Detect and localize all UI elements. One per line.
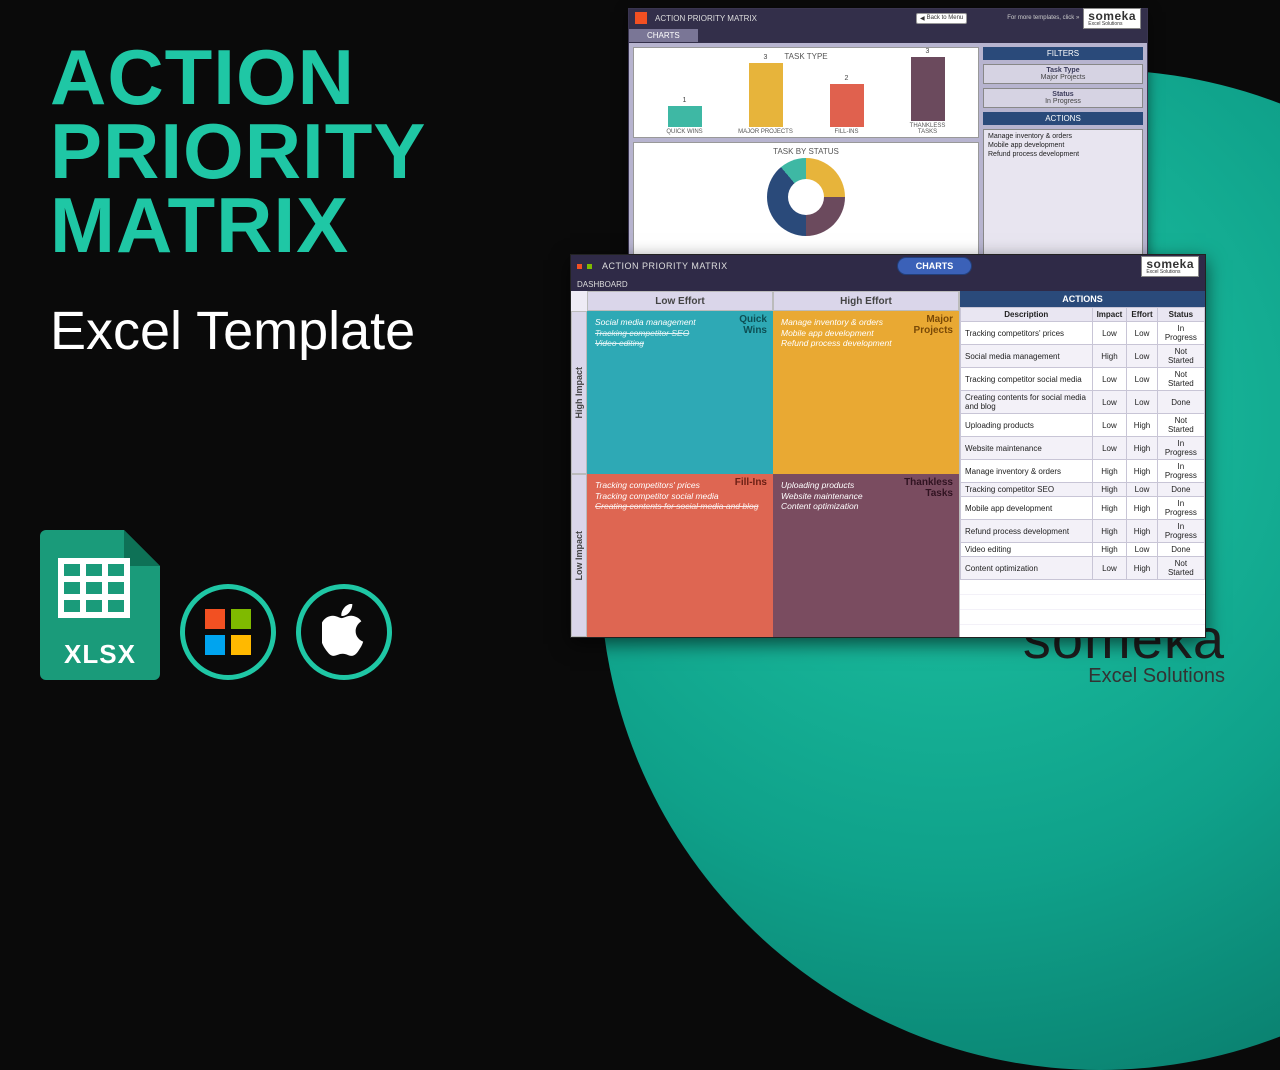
status-filter[interactable]: Status In Progress [983,88,1143,108]
table-row[interactable]: Social media managementHighLowNot Starte… [961,345,1205,368]
priority-matrix: Low Effort High Effort High Impact Low I… [571,291,959,637]
quadrant-label: MajorProjects [914,315,953,336]
task-by-status-panel: TASK BY STATUS [633,142,979,263]
screenshot-charts-view: ACTION PRIORITY MATRIX ◀ Back to Menu Fo… [628,8,1148,268]
table-row[interactable]: Website maintenanceLowHighIn Progress [961,437,1205,460]
table-header: Effort [1127,308,1157,322]
charts-window-title: ACTION PRIORITY MATRIX [655,14,757,23]
subheadline: Excel Template [50,300,415,362]
matrix-task: Refund process development [781,338,951,349]
headline-line1: ACTION [50,40,426,114]
windows-compat-icon [180,584,276,680]
quadrant-fill-ins: Fill-Ins Tracking competitors' pricesTra… [587,474,773,637]
col-header-high-effort: High Effort [773,291,959,311]
table-row[interactable]: Refund process developmentHighHighIn Pro… [961,520,1205,543]
table-row[interactable]: Tracking competitor SEOHighLowDone [961,483,1205,497]
task-type-filter[interactable]: Task Type Major Projects [983,64,1143,84]
matrix-task: Creating contents for social media and b… [595,501,765,512]
table-header: Description [961,308,1093,322]
action-item: Refund process development [988,150,1138,159]
action-item: Mobile app development [988,141,1138,150]
back-to-menu-button[interactable]: ◀ Back to Menu [916,13,967,24]
quadrant-thankless-tasks: ThanklessTasks Uploading productsWebsite… [773,474,959,637]
table-row[interactable]: Content optimizationLowHighNot Started [961,557,1205,580]
quadrant-label: Fill-Ins [735,478,767,489]
donut-chart [767,158,845,236]
table-row[interactable]: Video editingHighLowDone [961,543,1205,557]
action-item: Manage inventory & orders [988,132,1138,141]
headline-line2: PRIORITY [50,114,426,188]
quadrant-quick-wins: QuickWins Social media managementTrackin… [587,311,773,474]
task-type-chart-panel: TASK TYPE 1QUICK WINS3MAJOR PROJECTS2FIL… [633,47,979,138]
someka-logo-dash: somekaExcel Solutions [1141,256,1199,277]
actions-filter-list: Manage inventory & ordersMobile app deve… [983,129,1143,263]
format-badges: XLSX [40,530,392,680]
matrix-task: Tracking competitor social media [595,491,765,502]
charts-button[interactable]: CHARTS [897,257,973,275]
quadrant-major-projects: MajorProjects Manage inventory & ordersM… [773,311,959,474]
actions-header: ACTIONS [960,291,1205,307]
bar-thankless-tasks: 3THANKLESS TASKS [900,48,956,135]
row-header-low-impact: Low Impact [571,474,587,637]
bar-major-projects: 3MAJOR PROJECTS [738,54,794,135]
bar-fill-ins: 2FILL-INS [819,75,875,135]
screenshot-dashboard-view: ACTION PRIORITY MATRIX CHARTS somekaExce… [570,254,1206,638]
matrix-task: Video editing [595,338,765,349]
apple-compat-icon [296,584,392,680]
dashboard-window-title: ACTION PRIORITY MATRIX [602,261,728,271]
table-row[interactable]: Mobile app developmentHighHighIn Progres… [961,497,1205,520]
table-row[interactable]: Uploading productsLowHighNot Started [961,414,1205,437]
chart-title-2: TASK BY STATUS [638,147,974,156]
table-row[interactable]: Tracking competitor social mediaLowLowNo… [961,368,1205,391]
quadrant-label: ThanklessTasks [904,478,953,499]
actions-table: DescriptionImpactEffortStatus Tracking c… [960,307,1205,580]
more-templates-link[interactable]: For more templates, click » [1007,15,1079,21]
table-row[interactable]: Manage inventory & ordersHighHighIn Prog… [961,460,1205,483]
table-row[interactable]: Creating contents for social media and b… [961,391,1205,414]
someka-logo-small: somekaExcel Solutions [1083,8,1141,29]
xlsx-label: XLSX [40,639,160,670]
charts-tab[interactable]: CHARTS [629,29,698,42]
table-header: Status [1157,308,1204,322]
filters-header: FILTERS [983,47,1143,60]
empty-rows [960,580,1205,637]
bar-chart: 1QUICK WINS3MAJOR PROJECTS2FILL-INS3THAN… [638,63,974,135]
headline-line3: MATRIX [50,188,426,262]
table-header: Impact [1092,308,1127,322]
actions-table-pane: ACTIONS DescriptionImpactEffortStatus Tr… [959,291,1205,637]
col-header-low-effort: Low Effort [587,291,773,311]
dashboard-subtitle: DASHBOARD [577,280,628,289]
headline: ACTION PRIORITY MATRIX [50,40,426,262]
actions-header-side: ACTIONS [983,112,1143,125]
bar-quick-wins: 1QUICK WINS [657,97,713,135]
row-header-high-impact: High Impact [571,311,587,474]
table-row[interactable]: Tracking competitors' pricesLowLowIn Pro… [961,322,1205,345]
matrix-task: Tracking competitor SEO [595,328,765,339]
xlsx-file-icon: XLSX [40,530,160,680]
matrix-task: Content optimization [781,501,951,512]
